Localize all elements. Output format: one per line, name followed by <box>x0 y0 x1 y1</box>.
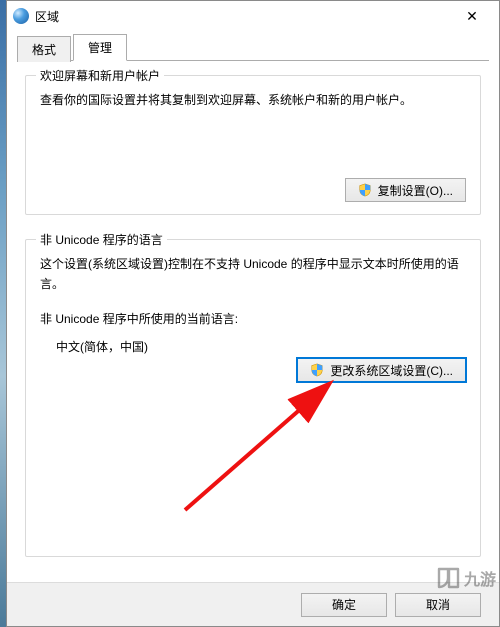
change-system-locale-button[interactable]: 更改系统区域设置(C)... <box>297 358 466 382</box>
close-button[interactable]: ✕ <box>449 2 495 30</box>
group-non-unicode-legend: 非 Unicode 程序的语言 <box>36 231 167 248</box>
region-dialog: 区域 ✕ 格式 管理 欢迎屏幕和新用户帐户 查看你的国际设置并将其复制到欢迎屏幕… <box>6 0 500 627</box>
tab-admin[interactable]: 管理 <box>73 34 127 61</box>
tab-bar: 格式 管理 <box>7 31 499 61</box>
change-system-locale-label: 更改系统区域设置(C)... <box>330 362 453 379</box>
copy-settings-label: 复制设置(O)... <box>378 182 453 199</box>
tab-format[interactable]: 格式 <box>17 36 71 62</box>
admin-panel: 欢迎屏幕和新用户帐户 查看你的国际设置并将其复制到欢迎屏幕、系统帐户和新的用户帐… <box>17 61 489 578</box>
group-non-unicode-desc: 这个设置(系统区域设置)控制在不支持 Unicode 的程序中显示文本时所使用的… <box>40 254 466 295</box>
group-non-unicode: 非 Unicode 程序的语言 这个设置(系统区域设置)控制在不支持 Unico… <box>25 239 481 557</box>
dialog-button-bar: 确定 取消 <box>7 582 499 626</box>
window-title: 区域 <box>35 8 449 25</box>
group-welcome-desc: 查看你的国际设置并将其复制到欢迎屏幕、系统帐户和新的用户帐户。 <box>40 90 466 110</box>
ok-button[interactable]: 确定 <box>301 593 387 617</box>
group-welcome-screen: 欢迎屏幕和新用户帐户 查看你的国际设置并将其复制到欢迎屏幕、系统帐户和新的用户帐… <box>25 75 481 215</box>
current-language-value: 中文(简体，中国) <box>40 329 466 357</box>
current-language-label: 非 Unicode 程序中所使用的当前语言: <box>40 309 466 329</box>
globe-icon <box>13 8 29 24</box>
shield-icon <box>310 363 324 377</box>
shield-icon <box>358 183 372 197</box>
copy-settings-button[interactable]: 复制设置(O)... <box>345 178 466 202</box>
titlebar: 区域 ✕ <box>7 1 499 31</box>
group-welcome-legend: 欢迎屏幕和新用户帐户 <box>36 67 164 84</box>
close-icon: ✕ <box>466 9 478 23</box>
cancel-button[interactable]: 取消 <box>395 593 481 617</box>
